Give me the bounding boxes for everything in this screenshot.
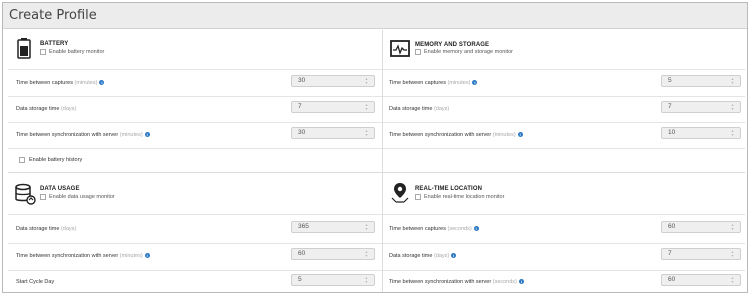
spinner-arrows-icon[interactable]: ▲ ▼: [730, 250, 735, 258]
data-usage-enable-checkbox[interactable]: [40, 194, 46, 200]
data-usage-section: DATA USAGE Enable data usage monitor Dat…: [8, 173, 382, 292]
spinner-arrows-icon[interactable]: ▲ ▼: [364, 77, 369, 85]
sync-time-input[interactable]: 30 ▲ ▼: [291, 127, 375, 139]
info-icon[interactable]: i: [518, 279, 524, 285]
spinner-arrows-icon[interactable]: ▲ ▼: [364, 276, 369, 284]
row-divider: [8, 243, 382, 244]
location-enable-label: Enable real-time location monitor: [424, 194, 505, 200]
info-icon[interactable]: i: [144, 253, 150, 259]
row-label: Data storage time (days) i: [389, 253, 457, 259]
battery-title: BATTERY: [40, 41, 69, 47]
row-divider: [383, 214, 745, 215]
spinner-arrows-icon[interactable]: ▲ ▼: [364, 129, 369, 137]
page-title: Create Profile: [9, 8, 97, 23]
info-icon[interactable]: i: [472, 80, 478, 86]
spinner-arrows-icon[interactable]: ▲ ▼: [730, 276, 735, 284]
data-storage-time-input[interactable]: 365 ▲ ▼: [291, 221, 375, 233]
info-icon[interactable]: i: [451, 253, 457, 259]
profile-sections-grid: BATTERY Enable battery monitor Time betw…: [8, 30, 745, 292]
data-storage-time-input[interactable]: 7 ▲ ▼: [291, 101, 375, 113]
memory-enable-label: Enable memory and storage monitor: [424, 49, 513, 55]
battery-enable-checkbox[interactable]: [40, 49, 46, 55]
data-usage-enable-label: Enable data usage monitor: [49, 194, 115, 200]
row-divider: [8, 69, 382, 70]
row-label: Data storage time (days): [16, 226, 77, 232]
page-header: Create Profile: [3, 3, 747, 29]
info-icon[interactable]: i: [517, 132, 523, 138]
row-label: Time between synchronization with server…: [16, 253, 150, 259]
row-divider: [8, 214, 382, 215]
row-divider: [8, 122, 382, 123]
row-divider: [8, 96, 382, 97]
spinner-arrows-icon[interactable]: ▲ ▼: [364, 250, 369, 258]
time-between-captures-input[interactable]: 60 ▲ ▼: [661, 221, 741, 233]
battery-enable-label: Enable battery monitor: [49, 49, 105, 55]
info-icon[interactable]: i: [144, 132, 150, 138]
battery-history-label: Enable battery history: [29, 157, 83, 163]
spinner-arrows-icon[interactable]: ▲ ▼: [730, 77, 735, 85]
create-profile-panel: Create Profile BATTERY Enable battery mo…: [2, 2, 748, 293]
row-divider: [383, 270, 745, 271]
data-storage-time-input[interactable]: 7 ▲ ▼: [661, 248, 741, 260]
row-label: Time between synchronization with server…: [16, 132, 150, 138]
row-divider: [383, 96, 745, 97]
database-sync-icon: [15, 183, 36, 205]
location-enable-checkbox[interactable]: [415, 194, 421, 200]
spinner-arrows-icon[interactable]: ▲ ▼: [730, 223, 735, 231]
row-label: Time between captures (minutes) i: [389, 80, 478, 86]
time-between-captures-input[interactable]: 30 ▲ ▼: [291, 75, 375, 87]
row-label: Time between captures (minutes) i: [16, 80, 105, 86]
row-divider: [383, 122, 745, 123]
location-title: REAL-TIME LOCATION: [415, 186, 483, 192]
sync-time-input[interactable]: 10 ▲ ▼: [661, 127, 741, 139]
spinner-arrows-icon[interactable]: ▲ ▼: [364, 103, 369, 111]
battery-history-checkbox[interactable]: [19, 157, 25, 163]
data-usage-title: DATA USAGE: [40, 186, 80, 192]
row-label: Data storage time (days): [16, 106, 77, 112]
memory-enable-checkbox[interactable]: [415, 49, 421, 55]
battery-section: BATTERY Enable battery monitor Time betw…: [8, 30, 382, 172]
row-divider: [8, 270, 382, 271]
start-cycle-day-input[interactable]: 5 ▲ ▼: [291, 274, 375, 286]
row-divider: [383, 148, 745, 149]
location-section: REAL-TIME LOCATION Enable real-time loca…: [383, 173, 745, 292]
data-storage-time-input[interactable]: 7 ▲ ▼: [661, 101, 741, 113]
sync-time-input[interactable]: 60 ▲ ▼: [291, 248, 375, 260]
row-label: Time between captures (seconds) i: [389, 226, 479, 232]
location-pin-icon: [391, 183, 409, 203]
row-divider: [383, 243, 745, 244]
row-divider: [8, 148, 382, 149]
memory-chart-icon: [390, 40, 410, 57]
spinner-arrows-icon[interactable]: ▲ ▼: [364, 223, 369, 231]
spinner-arrows-icon[interactable]: ▲ ▼: [730, 129, 735, 137]
info-icon[interactable]: i: [99, 80, 105, 86]
row-label: Data storage time (days): [389, 106, 450, 112]
memory-section: MEMORY AND STORAGE Enable memory and sto…: [383, 30, 745, 172]
row-label: Start Cycle Day: [16, 279, 55, 285]
row-label: Time between synchronization with server…: [389, 279, 524, 285]
time-between-captures-input[interactable]: 5 ▲ ▼: [661, 75, 741, 87]
row-label: Time between synchronization with server…: [389, 132, 523, 138]
info-icon[interactable]: i: [473, 226, 479, 232]
battery-icon: [17, 38, 31, 59]
spinner-arrows-icon[interactable]: ▲ ▼: [730, 103, 735, 111]
row-divider: [383, 69, 745, 70]
sync-time-input[interactable]: 60 ▲ ▼: [661, 274, 741, 286]
memory-title: MEMORY AND STORAGE: [415, 42, 490, 48]
